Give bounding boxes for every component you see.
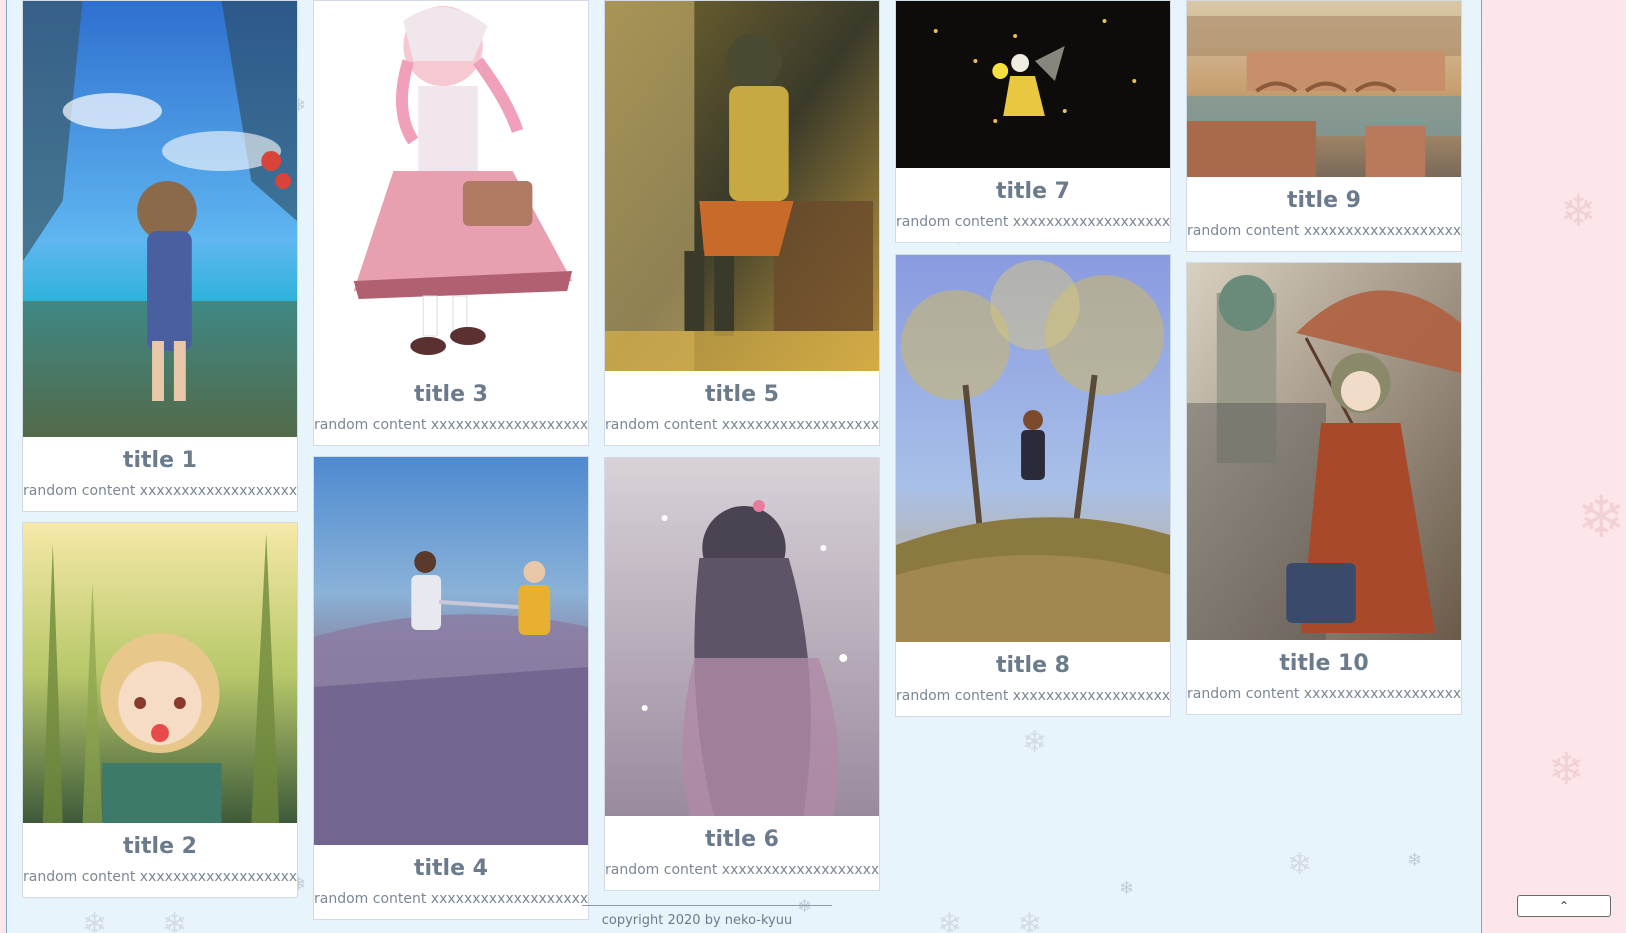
card-3[interactable]: title 3 random content xxxxxxxxxxxxxxxxx… [313,0,589,446]
snowflake-icon: ❄ [1017,907,1043,933]
snowflake-icon: ❄ [1022,725,1048,760]
card-content: random content xxxxxxxxxxxxxxxxxxx [314,891,588,907]
card-1[interactable]: title 1 random content xxxxxxxxxxxxxxxxx… [22,0,298,512]
card-5[interactable]: title 5 random content xxxxxxxxxxxxxxxxx… [604,0,880,446]
snowflake-icon: ❄ [82,907,108,933]
snowflake-icon: ❄ [1287,847,1313,882]
card-content: random content xxxxxxxxxxxxxxxxxxx [605,417,879,433]
card-content: random content xxxxxxxxxxxxxxxxxxx [896,214,1170,230]
card-title: title 4 [413,856,488,881]
side-panel: ❄ ❄ ❄ [1482,0,1626,933]
chevron-up-icon: ⌃ [1558,899,1570,913]
card-title: title 7 [995,179,1070,204]
footer-divider [582,905,832,906]
card-content: random content xxxxxxxxxxxxxxxxxxx [23,869,297,885]
waterfall-container: ❄ ❄ ❄ ❄ ❄ ❄ ❄ ❄ ❄ ❄ ❄ ❄ ❄ ❄ ❄ ❄ ❄ ❄ [6,0,1482,933]
snowflake-icon: ❄ [162,907,188,933]
card-content: random content xxxxxxxxxxxxxxxxxxx [23,483,297,499]
card-4[interactable]: title 4 random content xxxxxxxxxxxxxxxxx… [313,456,589,920]
snowflake-icon: ❄ [937,907,963,933]
card-title: title 3 [413,382,488,407]
card-image [605,1,879,371]
card-content: random content xxxxxxxxxxxxxxxxxxx [605,862,879,878]
card-image [23,1,297,437]
card-content: random content xxxxxxxxxxxxxxxxxxx [314,417,588,433]
card-6[interactable]: title 6 random content xxxxxxxxxxxxxxxxx… [604,457,880,891]
card-title: title 8 [995,653,1070,678]
card-title: title 2 [122,834,197,859]
back-to-top-button[interactable]: ⌃ [1517,895,1611,917]
card-image [23,523,297,823]
snowflake-icon: ❄ [1407,850,1423,871]
card-title: title 9 [1286,188,1361,213]
snowflake-icon: ❄ [1548,744,1585,795]
card-title: title 10 [1279,651,1369,676]
snowflake-icon: ❄ [1119,878,1135,899]
card-9[interactable]: title 9 random content xxxxxxxxxxxxxxxxx… [1186,0,1462,252]
card-image [1187,1,1461,177]
card-content: random content xxxxxxxxxxxxxxxxxxx [896,688,1170,704]
snowflake-icon: ❄ [1560,186,1597,237]
card-image [1187,263,1461,640]
snowflake-icon: ❄ [1577,483,1626,551]
card-title: title 6 [704,827,779,852]
card-image [896,255,1170,642]
copyright-text: copyright 2020 by neko-kyuu [601,913,793,928]
card-content: random content xxxxxxxxxxxxxxxxxxx [1187,223,1461,239]
card-image [605,458,879,816]
card-title: title 5 [704,382,779,407]
card-image [896,1,1170,168]
card-10[interactable]: title 10 random content xxxxxxxxxxxxxxxx… [1186,262,1462,715]
card-image [314,1,588,371]
card-7[interactable]: title 7 random content xxxxxxxxxxxxxxxxx… [895,0,1171,243]
card-image [314,457,588,845]
card-2[interactable]: title 2 random content xxxxxxxxxxxxxxxxx… [22,522,298,898]
card-8[interactable]: title 8 random content xxxxxxxxxxxxxxxxx… [895,254,1171,717]
card-title: title 1 [122,448,197,473]
card-content: random content xxxxxxxxxxxxxxxxxxx [1187,686,1461,702]
